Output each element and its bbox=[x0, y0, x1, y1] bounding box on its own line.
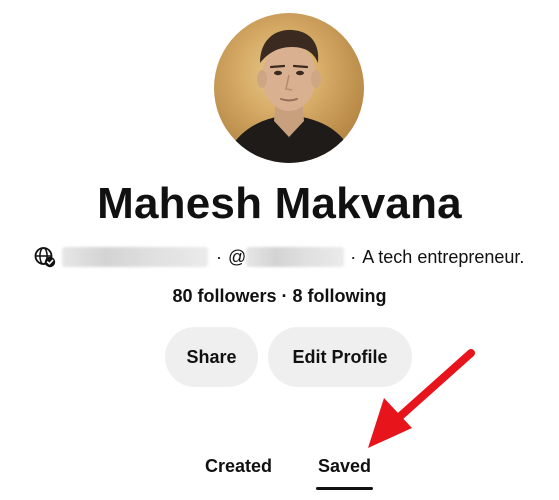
globe-verified-icon bbox=[34, 246, 56, 268]
tab-saved[interactable]: Saved bbox=[318, 452, 371, 480]
avatar-photo bbox=[224, 29, 356, 163]
edit-profile-button[interactable]: Edit Profile bbox=[268, 327, 412, 387]
share-button[interactable]: Share bbox=[165, 327, 258, 387]
bio-separator: · bbox=[350, 246, 357, 267]
profile-tabs: Created Saved bbox=[0, 452, 559, 492]
selected-tab-indicator bbox=[316, 487, 373, 490]
redacted-handle bbox=[246, 247, 345, 267]
profile-avatar[interactable] bbox=[214, 13, 364, 163]
tab-created[interactable]: Created bbox=[205, 452, 272, 480]
bio-separator: · bbox=[216, 246, 222, 267]
bio-text: A tech entrepreneur. bbox=[362, 246, 525, 267]
redacted-website bbox=[62, 247, 208, 267]
follow-stats[interactable]: 80 followers · 8 following bbox=[0, 283, 559, 309]
profile-name: Mahesh Makvana bbox=[97, 179, 462, 228]
profile-bio-line: · @ · A tech entrepreneur. bbox=[34, 245, 524, 269]
handle-prefix: @ bbox=[228, 246, 247, 267]
